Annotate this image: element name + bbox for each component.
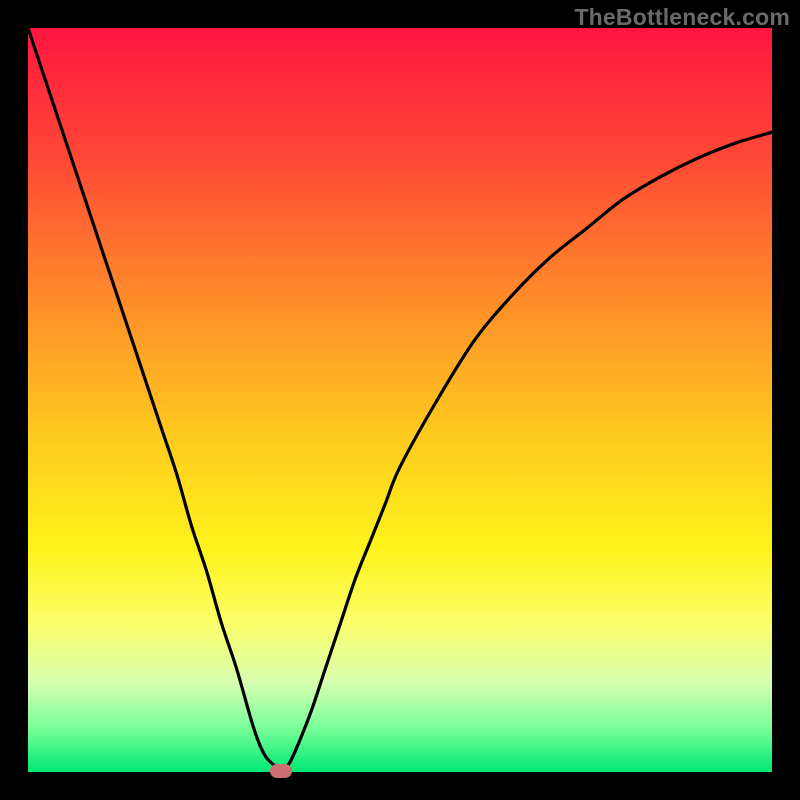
chart-frame: TheBottleneck.com <box>0 0 800 800</box>
chart-plot-area <box>28 28 772 772</box>
bottleneck-curve <box>28 28 772 772</box>
watermark-text: TheBottleneck.com <box>574 4 790 31</box>
optimal-point-marker <box>270 764 292 778</box>
